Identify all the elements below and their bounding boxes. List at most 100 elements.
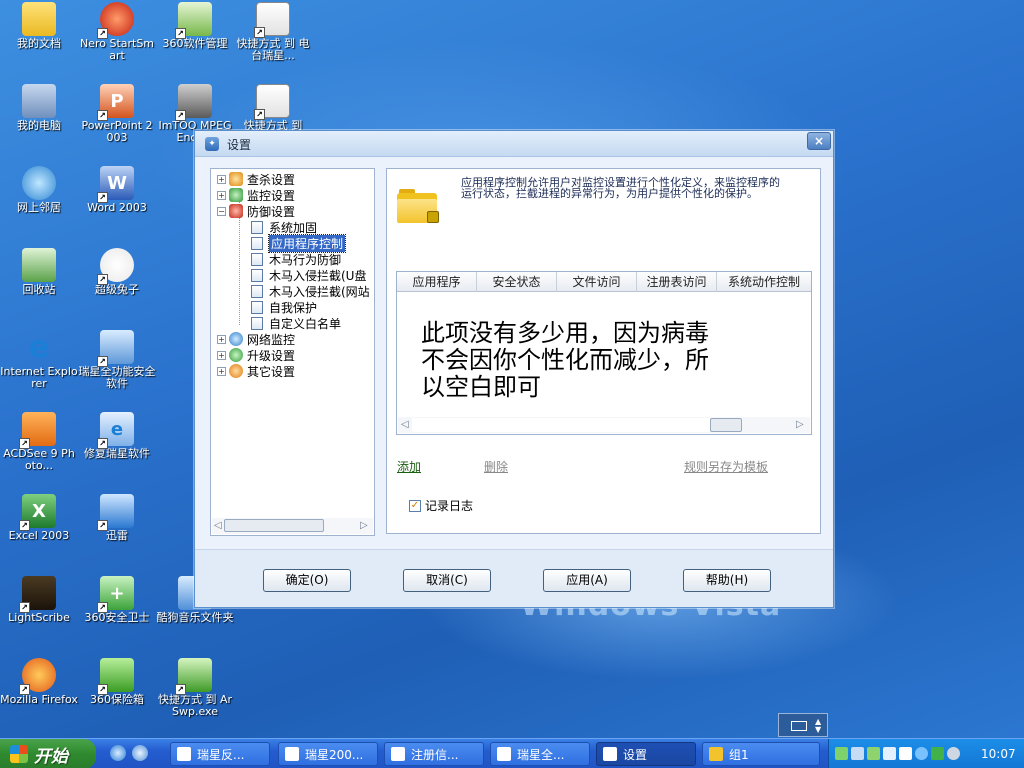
tree-item-trojan-usb[interactable]: 木马入侵拦截(U盘 [251,267,366,283]
tree-item-app-control[interactable]: 应用程序控制 [251,233,347,253]
scrollbar-thumb[interactable] [224,519,324,532]
desktop-icon-shortcut-2[interactable]: ↗ 快捷方式 到 [234,84,312,132]
task-button-rising-antivirus[interactable]: 瑞星反... [170,742,270,766]
scroll-left-icon[interactable]: ◁ [214,520,222,531]
desktop-icon-repair[interactable]: e ↗ 修复瑞星软件 [78,412,156,460]
desktop-icon-360-safebox[interactable]: ↗ 360保险箱 [78,658,156,706]
task-button-rising-2008[interactable]: 瑞星200... [278,742,378,766]
app-rules-grid[interactable]: 应用程序 安全状态 文件访问 注册表访问 系统动作控制 此项没有多少用，因为病毒… [396,271,812,435]
settings-tree: + 查杀设置 + 监控设置 − 防御设置 系统加固 应用程序控制 木马行为防御 [210,168,375,536]
acdsee-icon: ↗ [19,412,56,449]
task-button-register[interactable]: 注册信... [384,742,484,766]
quicklaunch-browser-icon[interactable] [132,745,148,761]
tree-item-defense-settings[interactable]: − 防御设置 [217,203,295,219]
desktop-icon-ie[interactable]: e Internet Explorer [0,330,78,390]
tree-item-whitelist[interactable]: 自定义白名单 [251,315,341,331]
tree-item-trojan-behavior[interactable]: 木马行为防御 [251,251,341,267]
log-checkbox[interactable]: ✓ 记录日志 [409,497,473,514]
tree-item-other-settings[interactable]: + 其它设置 [217,363,295,379]
umbrella-icon[interactable] [931,747,944,760]
desktop-icon-excel[interactable]: X ↗ Excel 2003 [0,494,78,542]
desktop-icon-firefox[interactable]: ↗ Mozilla Firefox [0,658,78,706]
page-icon [251,316,263,330]
expand-icon[interactable]: + [217,366,226,376]
column-header-file-access[interactable]: 文件访问 [557,272,637,292]
save-template-link[interactable]: 规则另存为模板 [684,458,768,475]
desktop-icon-arswp[interactable]: ↗ 快捷方式 到 ArSwp.exe [156,658,234,718]
desktop-icon-my-computer[interactable]: 我的电脑 [0,84,78,132]
tree-item-self-protect[interactable]: 自我保护 [251,299,317,315]
rising-icon [497,747,511,761]
ime-options-icon[interactable]: ▲ ▼ [815,718,821,734]
scrollbar-thumb[interactable] [710,418,742,432]
column-header-app[interactable]: 应用程序 [397,272,477,292]
grid-header: 应用程序 安全状态 文件访问 注册表访问 系统动作控制 [397,272,811,292]
dialog-titlebar[interactable]: ✦ 设置 × [195,131,833,157]
expand-icon[interactable]: + [217,350,226,360]
desktop-icon-360-software[interactable]: ↗ 360软件管理 [156,2,234,50]
task-button-settings[interactable]: 设置 [596,742,696,766]
desktop-icon-shortcut-radio[interactable]: ↗ 快捷方式 到 电台瑞星... [234,2,312,62]
desktop-icon-powerpoint[interactable]: P ↗ PowerPoint 2003 [78,84,156,144]
expand-icon[interactable]: + [217,334,226,344]
expand-icon[interactable]: + [217,174,226,184]
360-tray-icon[interactable] [867,747,880,760]
desktop-icon-rabbit[interactable]: ↗ 超级兔子 [78,248,156,296]
ime-toolbar[interactable]: ▲ ▼ [778,713,828,737]
network-icon[interactable] [851,747,864,760]
desktop-icon-nero[interactable]: ↗ Nero StartSmart [78,2,156,62]
tree-item-scan-settings[interactable]: + 查杀设置 [217,171,295,187]
expand-icon[interactable]: + [217,190,226,200]
annotation-note: 此项没有多少用，因为病毒不会因你个性化而减少，所以空白即可 [421,319,709,401]
desktop-icon-network[interactable]: 网上邻居 [0,166,78,214]
tree-horizontal-scrollbar[interactable]: ◁ ▷ [212,518,373,534]
scroll-right-icon[interactable]: ▷ [360,520,368,531]
desktop-icon-360-safe[interactable]: + ↗ 360安全卫士 [78,576,156,624]
scroll-left-icon[interactable]: ◁ [401,419,409,430]
scan-settings-icon [229,172,243,186]
column-header-system-action[interactable]: 系统动作控制 [717,272,811,292]
quicklaunch-ie-icon[interactable] [110,745,126,761]
volume-icon[interactable] [947,747,960,760]
task-button-group1[interactable]: 组1 [702,742,820,766]
desktop-icon-thunder[interactable]: ↗ 迅雷 [78,494,156,542]
grid-horizontal-scrollbar[interactable]: ◁ ▷ [398,417,810,433]
keyboard-icon[interactable] [791,721,807,731]
close-button[interactable]: × [807,132,831,150]
desktop-icon-my-documents[interactable]: 我的文档 [0,2,78,50]
tree-item-monitor-settings[interactable]: + 监控设置 [217,187,295,203]
desktop-icon-word[interactable]: W ↗ Word 2003 [78,166,156,214]
add-link[interactable]: 添加 [397,458,421,475]
column-header-security[interactable]: 安全状态 [477,272,557,292]
desktop-icon-acdsee[interactable]: ↗ ACDSee 9 Photo... [0,412,78,472]
column-header-registry-access[interactable]: 注册表访问 [637,272,717,292]
folder-documents-icon [22,2,56,36]
tray-app-icon[interactable] [835,747,848,760]
delete-link[interactable]: 删除 [484,458,508,475]
checkmark-icon[interactable]: ✓ [409,499,421,512]
desktop-icon-rising[interactable]: ↗ 瑞星全功能安全软件 [78,330,156,390]
cancel-button[interactable]: 取消(C) [403,569,491,592]
scroll-right-icon[interactable]: ▷ [796,419,804,430]
collapse-icon[interactable]: − [217,206,226,216]
app-control-panel: 应用程序控制允许用户对监控设置进行个性化定义，来监控程序的运行状态，拦截进程的异… [386,168,821,534]
desktop-icon-recycle-bin[interactable]: 回收站 [0,248,78,296]
ok-button[interactable]: 确定(O) [263,569,351,592]
apply-button[interactable]: 应用(A) [543,569,631,592]
imtoo-icon: ↗ [175,84,212,121]
tree-item-network-monitor[interactable]: + 网络监控 [217,331,295,347]
desktop-icon-lightscribe[interactable]: ↗ LightScribe [0,576,78,624]
browser-tray-icon[interactable] [915,747,928,760]
firefox-icon: ↗ [19,658,56,695]
tree-item-upgrade-settings[interactable]: + 升级设置 [217,347,295,363]
start-button[interactable]: 开始 [0,739,96,768]
clock[interactable]: 10:07 [981,747,1016,761]
settings-icon [603,747,617,761]
lightscribe-icon: ↗ [19,576,56,613]
help-button[interactable]: 帮助(H) [683,569,771,592]
tree-item-trojan-web[interactable]: 木马入侵拦截(网站 [251,283,370,299]
tree-item-system-hardening[interactable]: 系统加固 [251,219,317,235]
task-button-rising-full[interactable]: 瑞星全... [490,742,590,766]
shield-icon[interactable] [883,747,896,760]
printer-icon[interactable] [899,747,912,760]
